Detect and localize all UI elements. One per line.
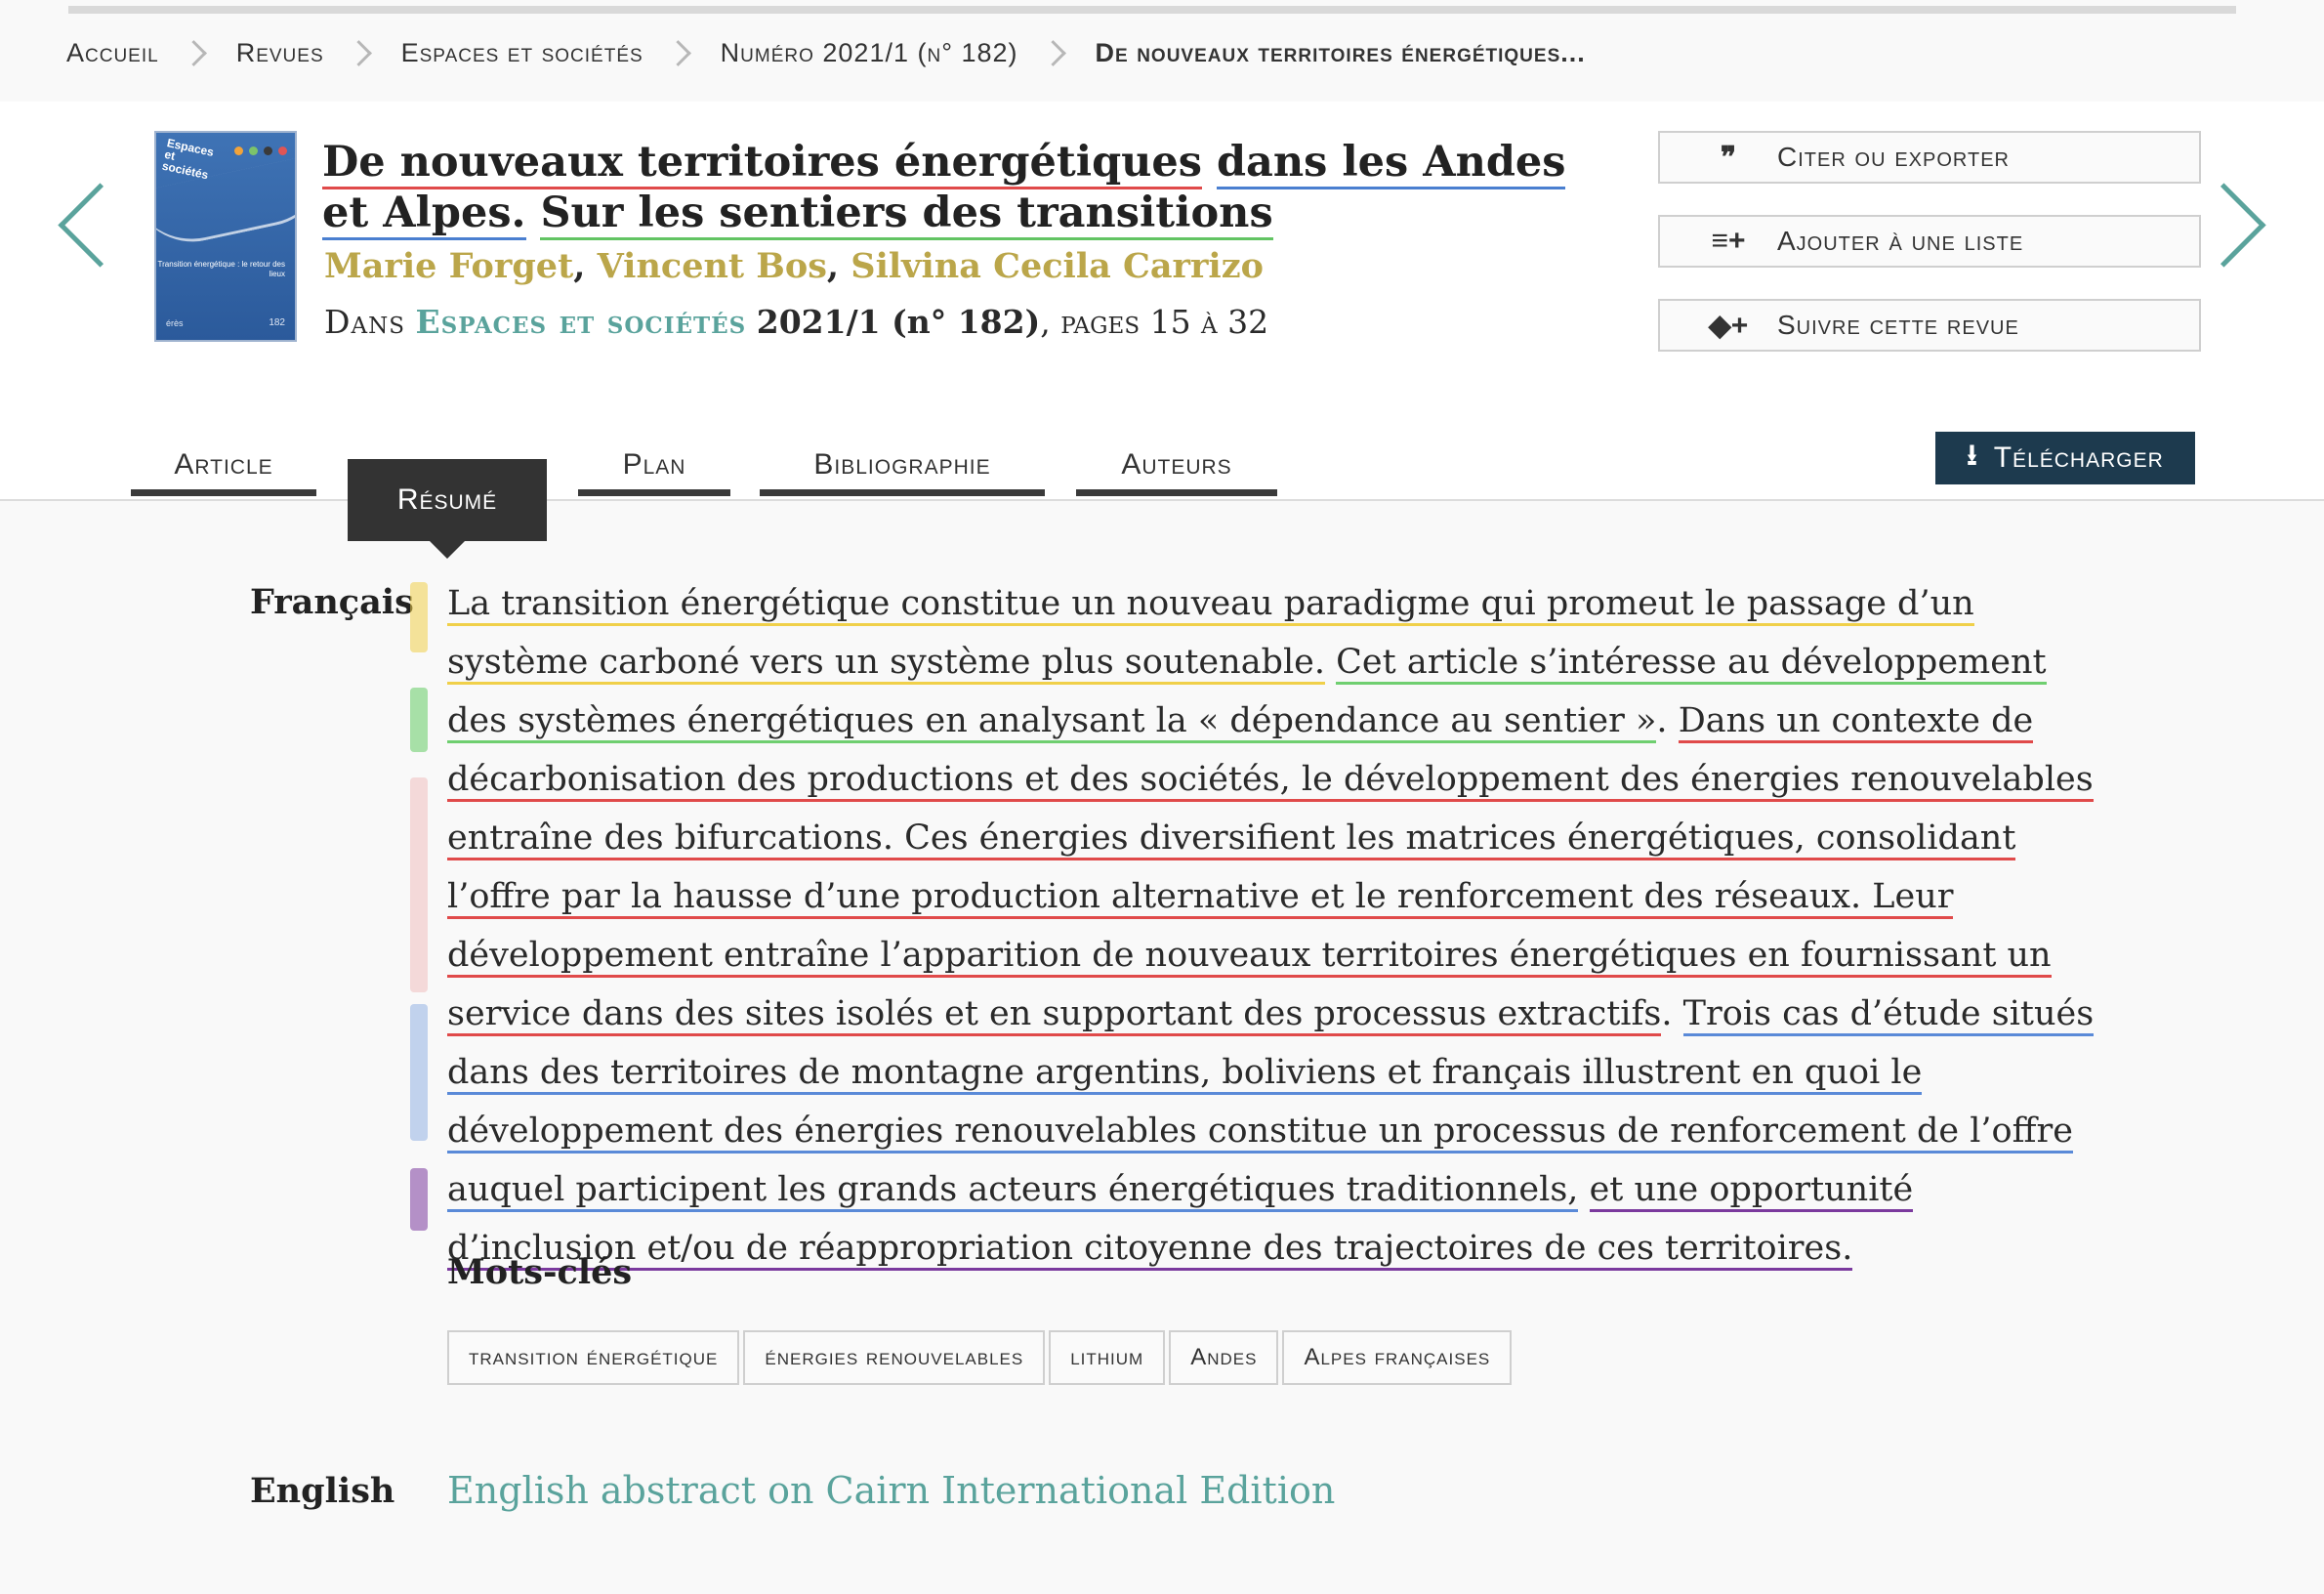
pages-info: pages 15 à 32 (1060, 303, 1269, 341)
follow-journal-label: Suivre cette revue (1777, 310, 2019, 340)
download-button[interactable]: ⭳ Télécharger (1935, 432, 2195, 484)
keyword-tag[interactable]: Andes (1169, 1330, 1279, 1385)
download-label: Télécharger (1993, 441, 2164, 474)
margin-mark-yellow (410, 582, 428, 652)
publication-info: Dans Espaces et sociétés 2021/1 (n° 182)… (324, 303, 1269, 341)
cover-dots (234, 147, 287, 155)
margin-mark-red (410, 777, 428, 992)
keyword-tag[interactable]: lithium (1049, 1330, 1166, 1385)
english-language-label: English (250, 1471, 395, 1511)
journal-cover-image[interactable]: Espaces et sociétés Transition énergétiq… (154, 131, 297, 342)
breadcrumb-revues[interactable]: Revues (236, 38, 324, 68)
article-title: De nouveaux territoires énergétiques dan… (322, 137, 1621, 240)
tab-bibliographie[interactable]: Bibliographie (760, 440, 1045, 496)
quote-icon: ❞ (1720, 141, 1737, 174)
chevron-right-icon (664, 39, 691, 66)
margin-mark-purple (410, 1168, 428, 1231)
chevron-right-icon (1039, 39, 1066, 66)
tab-resume[interactable]: Résumé (348, 459, 547, 559)
authors: Marie Forget, Vincent Bos, Silvina Cecil… (324, 246, 1264, 286)
tab-plan[interactable]: Plan (578, 440, 730, 496)
keyword-tag[interactable]: énergies renouvelables (743, 1330, 1046, 1385)
cite-export-button[interactable]: ❞ Citer ou exporter (1658, 131, 2201, 184)
keyword-tag[interactable]: transition énergétique (447, 1330, 740, 1385)
breadcrumb: Accueil Revues Espaces et sociétés Numér… (66, 33, 1586, 72)
in-label: Dans (324, 303, 405, 341)
title-part-1: De nouveaux territoires énergétiques (322, 138, 1202, 189)
margin-mark-blue (410, 1004, 428, 1141)
keyword-tag[interactable]: Alpes françaises (1282, 1330, 1513, 1385)
abstract-sentence: Dans un contexte de décarbonisation des … (447, 701, 2094, 1036)
chevron-right-icon (345, 39, 372, 66)
playlist-add-icon: ≡+ (1711, 225, 1746, 257)
breadcrumb-current: De nouveaux territoires énergétiques... (1095, 37, 1586, 67)
tab-article[interactable]: Article (131, 440, 316, 496)
cover-subtitle: Transition énergétique : le retour des l… (157, 260, 285, 278)
keywords-title: Mots-clés (447, 1252, 633, 1292)
margin-mark-green (410, 688, 428, 752)
chevron-right-icon (180, 39, 207, 66)
issue-link[interactable]: 2021/1 (n° 182) (757, 303, 1040, 341)
abstract-language-label: Français (250, 582, 414, 622)
follow-icon: ◆+ (1708, 309, 1749, 342)
tab-auteurs[interactable]: Auteurs (1076, 440, 1277, 496)
author-link[interactable]: Vincent Bos (598, 246, 827, 286)
cite-export-label: Citer ou exporter (1777, 142, 2010, 172)
author-link[interactable]: Silvina Cecila Carrizo (851, 246, 1264, 286)
keywords-list: transition énergétique énergies renouvel… (447, 1330, 1513, 1385)
download-icon: ⭳ (1967, 439, 1978, 472)
title-part-3: Sur les sentiers des transitions (540, 189, 1273, 240)
highlight-margin-marks (410, 582, 434, 1237)
breadcrumb-issue[interactable]: Numéro 2021/1 (n° 182) (721, 38, 1018, 68)
breadcrumb-journal[interactable]: Espaces et sociétés (401, 38, 643, 68)
add-to-list-button[interactable]: ≡+ Ajouter à une liste (1658, 215, 2201, 268)
follow-journal-button[interactable]: ◆+ Suivre cette revue (1658, 299, 2201, 352)
cover-number: 182 (269, 317, 285, 328)
cover-publisher: érès (166, 318, 184, 328)
breadcrumb-accueil[interactable]: Accueil (66, 38, 159, 68)
journal-link[interactable]: Espaces et sociétés (415, 303, 746, 341)
add-to-list-label: Ajouter à une liste (1777, 226, 2024, 256)
top-divider (68, 6, 2236, 14)
author-link[interactable]: Marie Forget (324, 246, 573, 286)
english-abstract-link[interactable]: English abstract on Cairn International … (447, 1469, 1335, 1512)
abstract-text: La transition énergétique constitue un n… (447, 574, 2107, 1278)
